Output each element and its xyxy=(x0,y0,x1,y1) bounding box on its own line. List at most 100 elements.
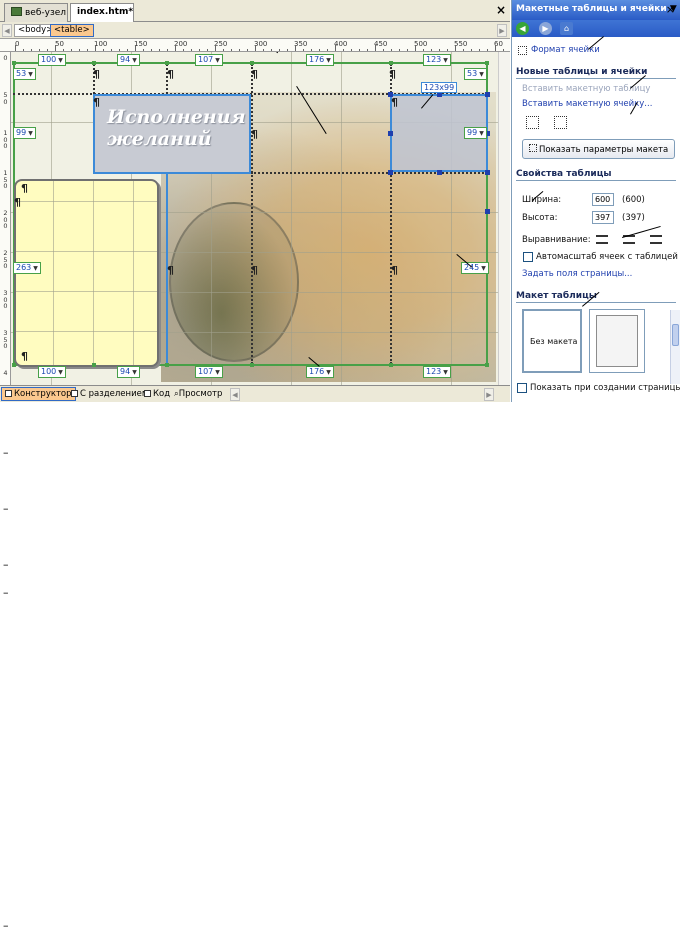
table-handle[interactable] xyxy=(165,363,169,367)
table-handle[interactable] xyxy=(92,363,96,367)
tab-index-label: index.htm* xyxy=(77,7,134,17)
split-view-icon xyxy=(71,390,78,397)
row-height-badge[interactable]: 53 ▼ xyxy=(464,68,487,80)
document-tab-bar: веб-узел index.htm* × xyxy=(0,0,510,22)
table-handle[interactable] xyxy=(92,61,96,65)
ruler-tick xyxy=(295,45,296,51)
resize-handle[interactable] xyxy=(437,170,442,175)
row-height-badge[interactable]: 99 ▼ xyxy=(464,127,487,139)
column-width-badge[interactable]: 176 ▼ xyxy=(306,54,334,66)
layout-thumbnail[interactable] xyxy=(589,309,645,373)
autoscale-label: Автомасштаб ячеек с таблицей xyxy=(536,252,678,262)
close-document-icon[interactable]: × xyxy=(496,3,506,17)
ruler-tick xyxy=(455,45,456,51)
row-height-badge[interactable]: 245▼ xyxy=(461,262,489,274)
width-actual: (600) xyxy=(622,195,645,205)
resize-handle[interactable] xyxy=(485,209,490,214)
column-width-badge[interactable]: 176 ▼ xyxy=(306,366,334,378)
ruler-tick xyxy=(135,45,136,51)
view-design-button[interactable]: Конструктор xyxy=(1,387,76,401)
align-label: Выравнивание: xyxy=(522,235,591,245)
align-left-icon[interactable] xyxy=(596,235,608,244)
column-width-badge[interactable]: 94 ▼ xyxy=(117,366,140,378)
dropdown-arrow-icon: ▼ xyxy=(132,369,137,376)
row-height-badge[interactable]: 99 ▼ xyxy=(13,127,36,139)
vertical-scrollbar[interactable] xyxy=(498,52,510,385)
show-on-create-checkbox[interactable] xyxy=(517,383,527,393)
vertical-ruler: 0 5 0 1 0 0 1 5 0 2 0 0 2 5 0 3 0 0 3 5 … xyxy=(0,52,11,385)
tab-index[interactable]: index.htm* xyxy=(70,3,134,22)
table-handle[interactable] xyxy=(485,61,489,65)
tab-website[interactable]: веб-узел xyxy=(4,3,68,22)
column-width-badge[interactable]: 123 ▼ xyxy=(423,54,451,66)
view-code-button[interactable]: Код xyxy=(140,387,174,401)
ruler-tick xyxy=(415,45,416,51)
home-icon[interactable]: ⌂ xyxy=(560,22,573,35)
design-canvas[interactable]: Исполнения желаний 123x99 ¶ ¶ ¶ ¶ ¶ ¶ ¶ … xyxy=(11,52,498,385)
resize-handle[interactable] xyxy=(485,170,490,175)
dropdown-arrow-icon: ▼ xyxy=(58,57,63,64)
grid-line xyxy=(53,181,54,365)
row-height-value: 99 xyxy=(16,128,27,137)
table-handle[interactable] xyxy=(12,363,16,367)
ruler-tick xyxy=(255,45,256,51)
title-text: Исполнения желаний xyxy=(107,106,247,150)
column-width-value: 100 xyxy=(41,367,57,376)
column-width-badge[interactable]: 100 ▼ xyxy=(38,366,66,378)
title-line-2: желаний xyxy=(107,128,212,150)
layout-none-thumbnail[interactable]: Без макета xyxy=(522,309,582,373)
column-width-badge[interactable]: 123 ▼ xyxy=(423,366,451,378)
height-input[interactable]: 397 xyxy=(592,211,614,224)
tag-scroll-right-icon[interactable]: ▶ xyxy=(497,24,507,37)
table-handle[interactable] xyxy=(250,61,254,65)
autoscale-checkbox[interactable] xyxy=(523,252,533,262)
task-pane-header[interactable]: Макетные таблицы и ячейки ▼ xyxy=(512,0,680,20)
table-handle[interactable] xyxy=(165,61,169,65)
show-layout-params-button[interactable]: Показать параметры макета xyxy=(522,139,676,159)
page-margins-link[interactable]: Задать поля страницы... xyxy=(522,269,632,279)
table-handle[interactable] xyxy=(12,61,16,65)
tag-table[interactable]: <table> xyxy=(50,24,94,37)
draw-table-icon[interactable] xyxy=(526,116,539,129)
hscroll-left-icon[interactable]: ◀ xyxy=(230,388,240,401)
view-preview-button[interactable]: ⌕Просмотр xyxy=(170,387,226,401)
resize-handle[interactable] xyxy=(485,92,490,97)
code-view-icon xyxy=(144,390,151,397)
tag-scroll-left-icon[interactable]: ◀ xyxy=(2,24,12,37)
vruler-label: 3 5 0 xyxy=(3,329,8,350)
width-input[interactable]: 600 xyxy=(592,193,614,206)
ruler-tick xyxy=(55,45,56,51)
hscroll-right-icon[interactable]: ▶ xyxy=(484,388,494,401)
column-width-badge[interactable]: 100 ▼ xyxy=(38,54,66,66)
draw-cell-icon[interactable] xyxy=(554,116,567,129)
paragraph-mark: ¶ xyxy=(14,196,21,209)
resize-handle[interactable] xyxy=(388,170,393,175)
back-arrow-icon[interactable]: ◀ xyxy=(516,22,529,35)
ruler-tick xyxy=(95,45,96,51)
column-width-badge[interactable]: 107 ▼ xyxy=(195,54,223,66)
layout-preview xyxy=(596,315,638,367)
dropdown-arrow-icon: ▼ xyxy=(28,71,33,78)
align-right-icon[interactable] xyxy=(650,235,662,244)
close-pane-icon[interactable]: × xyxy=(666,3,675,16)
paragraph-mark: ¶ xyxy=(21,350,28,363)
column-width-badge[interactable]: 94 ▼ xyxy=(117,54,140,66)
table-handle[interactable] xyxy=(485,363,489,367)
fishbowl-image xyxy=(169,202,299,362)
resize-handle[interactable] xyxy=(388,131,393,136)
pane-scroll-thumb[interactable] xyxy=(672,324,679,346)
cell-size-label: 123x99 xyxy=(421,82,458,93)
pane-scrollbar[interactable] xyxy=(670,310,680,384)
table-handle[interactable] xyxy=(250,363,254,367)
margin-dash: – xyxy=(3,502,9,515)
row-height-value: 263 xyxy=(16,263,32,272)
forward-arrow-icon[interactable]: ▶ xyxy=(539,22,552,35)
table-handle[interactable] xyxy=(389,363,393,367)
column-width-badge[interactable]: 107 ▼ xyxy=(195,366,223,378)
paragraph-mark: ¶ xyxy=(93,96,100,109)
row-height-badge[interactable]: 53 ▼ xyxy=(13,68,36,80)
paragraph-mark: ¶ xyxy=(167,68,174,81)
table-handle[interactable] xyxy=(389,61,393,65)
vruler-label: 3 0 0 xyxy=(3,289,8,310)
row-height-badge[interactable]: 263 ▼ xyxy=(13,262,41,274)
